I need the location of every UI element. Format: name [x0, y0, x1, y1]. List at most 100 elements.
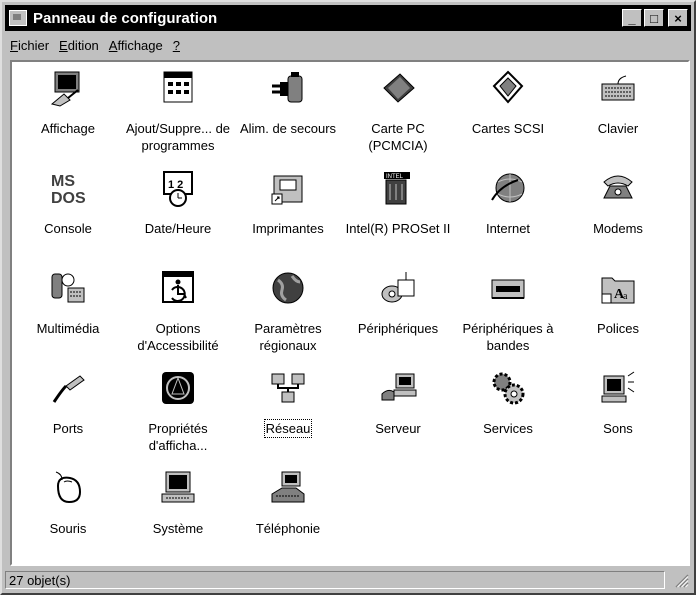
minimize-button[interactable]: _ [622, 9, 642, 27]
ports-cable-icon [52, 375, 85, 403]
services-gears-icon [492, 372, 525, 405]
control-panel-icon[interactable] [9, 10, 27, 26]
control-panel-item-modems[interactable]: Modems [564, 162, 672, 262]
item-label: Intel(R) PROSet II [345, 221, 451, 236]
multimedia-icon [51, 273, 85, 303]
icon-view[interactable]: Affichage Ajout/Suppre... de programmes Al… [10, 60, 690, 566]
control-panel-item-options-d-accessibilite[interactable]: Options d'Accessibilité [124, 262, 232, 362]
svg-text:MS: MS [51, 173, 75, 190]
date-time-icon: 1 2 [163, 171, 193, 207]
item-label: Options d'Accessibilité [137, 321, 219, 353]
modem-phone-icon [603, 175, 633, 199]
menu-help[interactable]: ? [168, 38, 185, 53]
control-panel-item-serveur[interactable]: Serveur [344, 362, 452, 462]
item-label: Polices [597, 321, 639, 336]
printers-icon [271, 175, 303, 205]
item-label: Clavier [597, 121, 639, 136]
maximize-button[interactable]: □ [644, 9, 664, 27]
ups-power-icon [272, 72, 303, 103]
control-panel-item-sons[interactable]: Sons [564, 362, 672, 462]
menu-fichier[interactable]: Fichier [5, 38, 54, 53]
item-label: Modems [593, 221, 643, 236]
menu-affichage[interactable]: Affichage [104, 38, 168, 53]
control-panel-item-imprimantes[interactable]: Imprimantes [234, 162, 342, 262]
item-label: Périphériques [357, 321, 439, 336]
control-panel-item-date-heure[interactable]: 1 2 Date/Heure [124, 162, 232, 262]
menu-bar: Fichier Edition Affichage ? [5, 34, 691, 56]
devices-icon [381, 272, 415, 303]
item-label: Système [152, 521, 204, 536]
fonts-folder-icon: Aa [601, 277, 635, 304]
control-panel-item-parametres-regionaux[interactable]: Paramètres régionaux [234, 262, 342, 362]
control-panel-item-carte-pc-pcmcia[interactable]: Carte PC (PCMCIA) [344, 62, 452, 162]
msdos-console-icon: MSDOS [51, 173, 86, 207]
svg-text:INTEL: INTEL [386, 174, 404, 180]
close-button[interactable]: × [668, 9, 688, 27]
item-label: Services [483, 421, 533, 436]
item-label: Internet [485, 221, 531, 236]
item-label: Serveur [375, 421, 421, 436]
status-bar: 27 objet(s) [5, 570, 691, 590]
control-panel-item-affichage[interactable]: Affichage [14, 62, 122, 162]
control-panel-item-ports[interactable]: Ports [14, 362, 122, 462]
svg-text:a: a [623, 291, 628, 302]
control-panel-item-ajout-suppre-de-programmes[interactable]: Ajout/Suppre... de programmes [124, 62, 232, 162]
sounds-icon [601, 371, 635, 403]
status-object-count: 27 objet(s) [5, 571, 665, 589]
control-panel-item-console[interactable]: MS DOS Console [14, 162, 122, 262]
item-label: Réseau [263, 419, 313, 438]
item-label: Périphériques à bandes [462, 321, 554, 353]
menu-edition[interactable]: Edition [54, 38, 104, 53]
scsi-icon [492, 70, 524, 104]
display-icon [50, 71, 80, 107]
control-panel-window: Panneau de configuration _ □ × Fichier E… [0, 0, 696, 595]
resize-grip-icon[interactable] [675, 574, 689, 588]
control-panel-item-proprietes-d-afficha[interactable]: Propriétés d'afficha... [124, 362, 232, 462]
control-panel-item-telephonie[interactable]: Téléphonie [234, 462, 342, 562]
svg-text:1 2: 1 2 [168, 179, 183, 191]
item-label: Propriétés d'afficha... [148, 421, 208, 453]
pc-card-icon [383, 73, 415, 103]
control-panel-item-polices[interactable]: Aa Polices [564, 262, 672, 362]
control-panel-item-reseau[interactable]: Réseau [234, 362, 342, 462]
item-label: Téléphonie [255, 521, 321, 536]
window-title: Panneau de configuration [33, 9, 218, 27]
item-label: Affichage [41, 121, 95, 136]
item-label: Carte PC (PCMCIA) [368, 121, 428, 153]
control-panel-item-peripheriques-a-bandes[interactable]: Périphériques à bandes [454, 262, 562, 362]
item-label: Console [44, 221, 92, 236]
control-panel-item-alim-de-secours[interactable]: Alim. de secours [234, 62, 342, 162]
intel-proset-icon: INTEL [384, 172, 410, 205]
svg-text:DOS: DOS [51, 190, 86, 207]
control-panel-item-intel-r-proset-ii[interactable]: INTEL Intel(R) PROSet II [344, 162, 452, 262]
mouse-icon [55, 471, 82, 504]
item-label: Ports [52, 421, 84, 436]
item-label: Multimédia [36, 321, 100, 336]
item-label: Souris [49, 521, 87, 536]
item-label: Paramètres régionaux [254, 321, 322, 353]
system-computer-icon [161, 471, 195, 503]
icon-grid: Affichage Ajout/Suppre... de programmes Al… [12, 62, 688, 562]
accessibility-icon [162, 271, 194, 303]
control-panel-item-internet[interactable]: Internet [454, 162, 562, 262]
tape-devices-icon [491, 279, 525, 299]
item-label: Cartes SCSI [471, 121, 545, 136]
window-controls: _ □ × [620, 9, 688, 27]
globe-icon [272, 272, 304, 304]
keyboard-icon [601, 75, 635, 101]
control-panel-item-multimedia[interactable]: Multimédia [14, 262, 122, 362]
item-label: Alim. de secours [239, 121, 337, 136]
item-label: Date/Heure [144, 221, 212, 236]
item-label: Imprimantes [252, 221, 324, 236]
control-panel-item-services[interactable]: Services [454, 362, 562, 462]
control-panel-item-systeme[interactable]: Système [124, 462, 232, 562]
item-label: Ajout/Suppre... de programmes [125, 121, 231, 153]
network-icon [271, 373, 305, 403]
control-panel-item-cartes-scsi[interactable]: Cartes SCSI [454, 62, 562, 162]
control-panel-item-peripheriques[interactable]: Périphériques [344, 262, 452, 362]
add-remove-programs-icon [163, 71, 193, 103]
title-bar[interactable]: Panneau de configuration _ □ × [5, 5, 691, 31]
control-panel-item-clavier[interactable]: Clavier [564, 62, 672, 162]
internet-icon [491, 173, 525, 203]
control-panel-item-souris[interactable]: Souris [14, 462, 122, 562]
